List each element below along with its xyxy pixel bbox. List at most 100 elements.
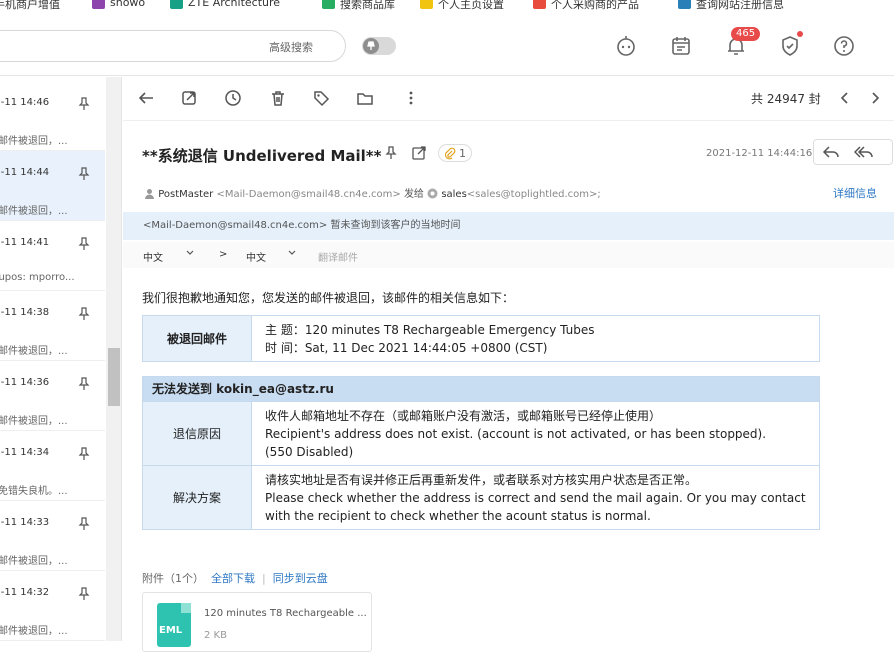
bookmark-icon[interactable] [420, 0, 433, 9]
solution-label: 解决方案 [142, 465, 252, 530]
pin-icon [367, 41, 375, 50]
top-toolbar: 高级搜索 465 [0, 12, 894, 76]
reason-code: (550 Disabled) [265, 444, 354, 459]
user-icon [144, 188, 155, 199]
reason-text: 收件人邮箱地址不存在（或邮箱账户没有激活，或邮箱账号已经停止使用） Recipi… [251, 401, 820, 466]
advanced-search-link[interactable]: 高级搜索 [269, 39, 313, 55]
folder-move-icon[interactable] [356, 89, 374, 107]
link-separator: | [262, 572, 266, 585]
pin-icon[interactable] [78, 587, 90, 601]
mail-list-item[interactable]: 12-11 14:38 的邮件被退回，... [0, 291, 105, 361]
file-type-label: EML [159, 625, 183, 636]
bookmark-icon[interactable] [678, 0, 691, 9]
recipient-address: <sales@toplightled.com>; [466, 189, 601, 200]
previous-mail-icon[interactable] [837, 89, 853, 107]
mail-date: 2021-12-11 14:44:16 [706, 148, 813, 159]
calendar-icon[interactable] [669, 34, 693, 58]
open-external-icon[interactable] [411, 145, 427, 161]
reply-icon[interactable] [822, 144, 840, 160]
mail-list: 12-11 14:46 的邮件被退回，... 12-11 14:44 的邮件被退回，.… [0, 77, 122, 641]
bookmark-item[interactable]: 搜索商品库 [340, 0, 395, 12]
notification-badge: 465 [731, 27, 761, 41]
open-new-window-icon[interactable] [180, 89, 198, 107]
bookmark-icon[interactable] [533, 0, 546, 9]
sent-to-label: 发给 [403, 189, 424, 200]
reply-all-icon[interactable] [854, 144, 874, 160]
bookmark-item[interactable]: ZTE Architecture [188, 0, 280, 9]
reason-cn: 收件人邮箱地址不存在（或邮箱账户没有激活，或邮箱账号已经停止使用） [265, 408, 662, 423]
save-to-cloud-link[interactable]: 同步到云盘 [273, 572, 328, 585]
bookmark-item[interactable]: showo [110, 0, 145, 9]
chevron-down-icon[interactable] [185, 248, 195, 258]
mail-snippet: 以免错失良机。... [0, 486, 68, 497]
mail-list-item[interactable]: 12-11 14:32 的邮件被退回，... [0, 571, 105, 641]
translate-button[interactable]: 翻译邮件 [318, 249, 358, 264]
back-arrow-icon[interactable] [137, 89, 155, 107]
action-bar: 共 24947 封 [123, 77, 894, 121]
mail-list-scroll-thumb[interactable] [108, 348, 120, 406]
shield-check-icon[interactable] [778, 34, 802, 58]
bookmark-item[interactable]: 个人采购商的产品 [551, 0, 639, 12]
timezone-notice: <Mail-Daemon@smail48.cn4e.com> 暂未查询到该客户的… [123, 212, 894, 240]
mail-list-item[interactable]: 12-11 14:36 的邮件被退回，... [0, 361, 105, 431]
next-mail-icon[interactable] [867, 89, 883, 107]
pin-icon[interactable] [78, 447, 90, 461]
mail-list-item[interactable]: 12-11 14:33 的邮件被退回，... [0, 501, 105, 571]
mail-list-item[interactable]: 12-11 14:44 的邮件被退回，... [0, 151, 105, 221]
pin-toggle[interactable] [362, 37, 396, 55]
pin-icon[interactable] [78, 97, 90, 111]
help-icon[interactable] [832, 34, 856, 58]
chevron-down-icon[interactable] [287, 248, 297, 258]
pin-toggle-knob [363, 38, 379, 54]
details-link[interactable]: 详细信息 [833, 185, 877, 201]
pin-mail-icon[interactable] [383, 145, 399, 161]
search-input[interactable]: 高级搜索 [0, 30, 346, 62]
more-vertical-icon[interactable] [402, 89, 420, 107]
pin-icon[interactable] [78, 167, 90, 181]
robot-assistant-icon[interactable] [614, 34, 638, 58]
reply-buttons [813, 139, 893, 165]
mail-time: 12-11 14:32 [0, 587, 50, 598]
mail-list-item[interactable]: 12-11 14:41 grupos: mporro... [0, 221, 105, 291]
bookmark-item[interactable]: 个人主页设置 [438, 0, 504, 12]
mail-list-item[interactable]: 12-11 14:34 以免错失良机。... [0, 431, 105, 501]
bookmark-icon[interactable] [322, 0, 335, 9]
bookmark-item[interactable]: 查询网站注册信息 [696, 0, 784, 12]
solution-cn: 请核实地址是否有误并修正后再重新发件，或者联系对方核实用户状态是否正常。 [265, 472, 698, 487]
bookmark-icon[interactable] [92, 0, 105, 9]
attachment-card[interactable]: EML 120 minutes T8 Rechargeable ... 2 KB [142, 592, 372, 652]
sender-name[interactable]: PostMaster [158, 189, 213, 200]
eml-file-icon-fold [181, 603, 191, 613]
attachment-badge[interactable]: 1 [438, 144, 472, 162]
source-language[interactable]: 中文 [143, 249, 163, 264]
tag-icon[interactable] [312, 89, 330, 107]
mail-snippet: 的邮件被退回，... [0, 626, 68, 637]
bounce-intro: 我们很抱歉地通知您，您发送的邮件被退回，该邮件的相关信息如下： [142, 291, 515, 305]
bookmark-item[interactable]: 手机商户增值 [0, 0, 60, 12]
returned-time: 时 间：Sat, 11 Dec 2021 14:44:05 +0800 (CST… [265, 340, 548, 355]
returned-mail-label: 被退回邮件 [142, 315, 252, 362]
paperclip-icon [443, 147, 456, 160]
failure-table: 无法发送到 kokin_ea@astz.ru 退信原因 收件人邮箱地址不存在（或… [142, 376, 820, 530]
clock-icon[interactable] [224, 89, 242, 107]
download-all-link[interactable]: 全部下载 [211, 572, 255, 585]
pin-icon[interactable] [78, 517, 90, 531]
mail-snippet: 的邮件被退回，... [0, 206, 68, 217]
returned-mail-table: 被退回邮件 主 题：120 minutes T8 Rechargeable Em… [142, 315, 820, 362]
trash-icon[interactable] [269, 89, 287, 107]
sender-address: <Mail-Daemon@smail48.cn4e.com> [216, 189, 401, 200]
target-language[interactable]: 中文 [246, 249, 266, 264]
mail-snippet: 的邮件被退回，... [0, 556, 68, 567]
mail-time: 12-11 14:38 [0, 307, 50, 318]
recipient-name[interactable]: sales [441, 189, 466, 200]
bookmark-icon[interactable] [170, 0, 183, 9]
mail-snippet: 的邮件被退回，... [0, 416, 68, 427]
mail-list-item[interactable]: 12-11 14:46 的邮件被退回，... [0, 81, 105, 151]
pin-icon[interactable] [78, 377, 90, 391]
pin-icon[interactable] [78, 307, 90, 321]
mail-time: 12-11 14:36 [0, 377, 50, 388]
returned-mail-info: 主 题：120 minutes T8 Rechargeable Emergenc… [251, 315, 820, 362]
pin-icon[interactable] [78, 237, 90, 251]
attachments-count-label: 附件（1个） [142, 572, 204, 585]
bookmarks-bar: 手机商户增值 showo ZTE Architecture 搜索商品库 个人主页设置 个人… [0, 0, 894, 12]
